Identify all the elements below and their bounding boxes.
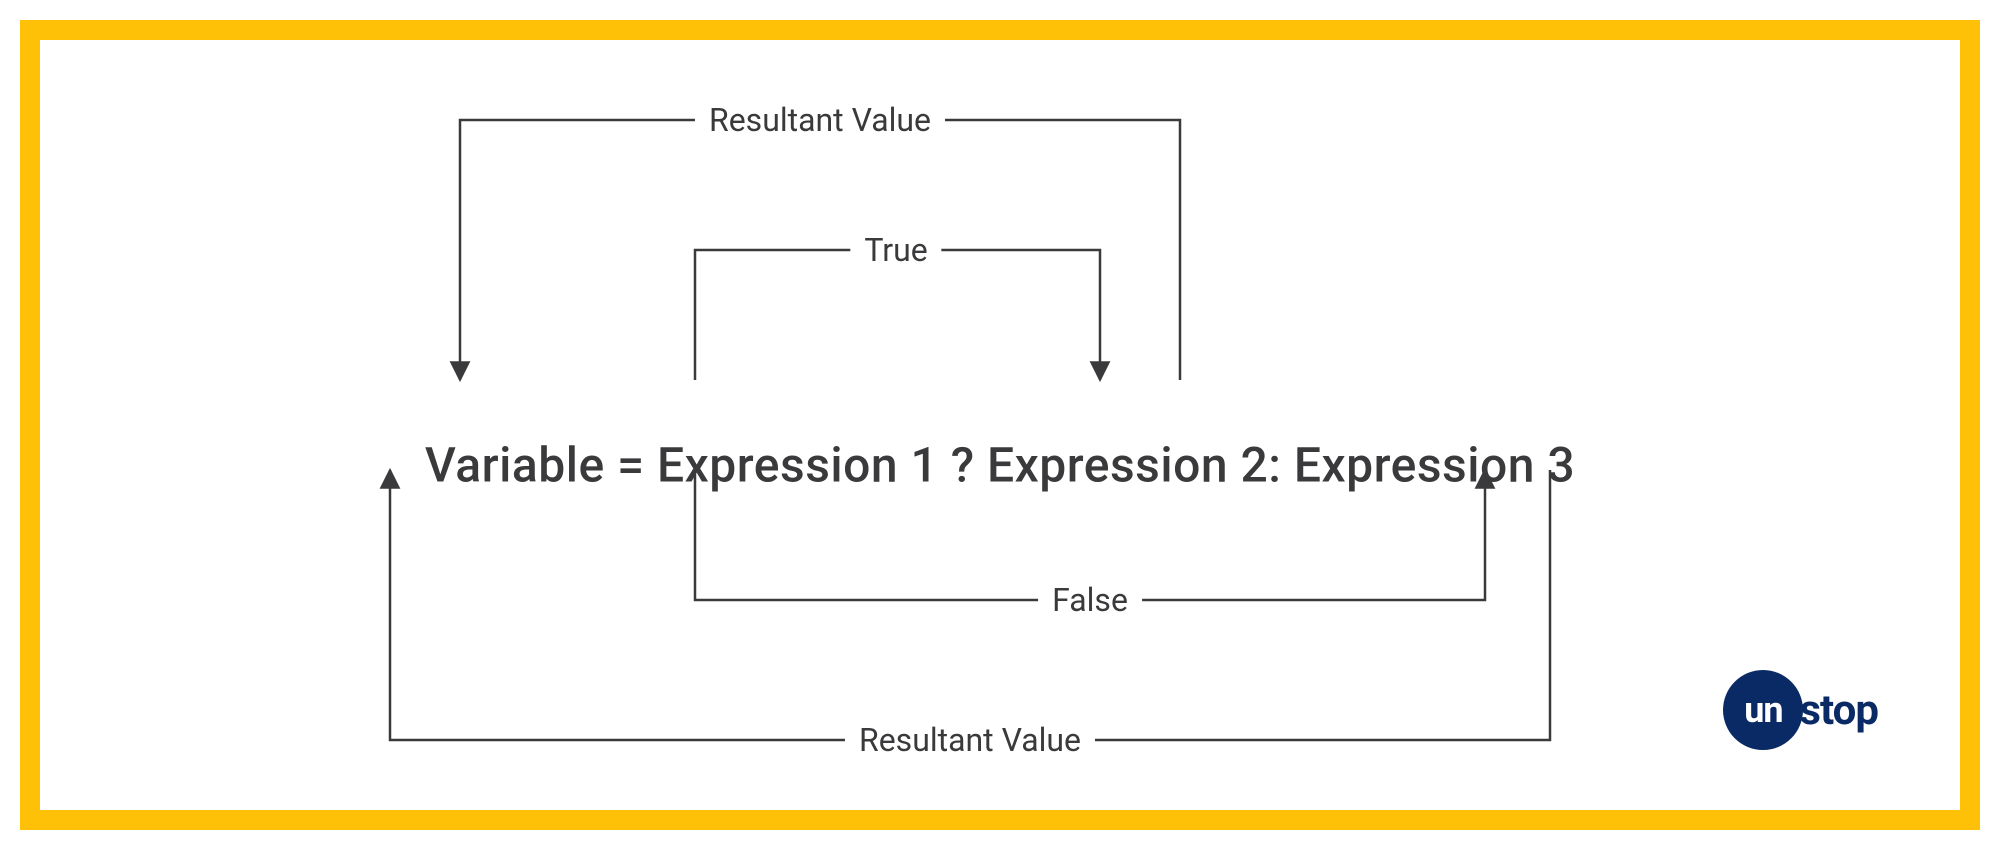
- ternary-expression: Variable = Expression 1 ? Expression 2: …: [425, 437, 1575, 494]
- brand-logo: un stop: [1723, 670, 1878, 750]
- logo-circle: un: [1723, 670, 1803, 750]
- label-resultant-top: Resultant Value: [695, 101, 945, 139]
- diagram-canvas: Variable = Expression 1 ? Expression 2: …: [40, 40, 1960, 810]
- label-true: True: [850, 231, 941, 269]
- label-false: False: [1038, 581, 1142, 619]
- logo-text: stop: [1799, 686, 1878, 735]
- label-resultant-bottom: Resultant Value: [845, 721, 1095, 759]
- arrow-paths: [40, 40, 1960, 810]
- diagram-frame: Variable = Expression 1 ? Expression 2: …: [20, 20, 1980, 830]
